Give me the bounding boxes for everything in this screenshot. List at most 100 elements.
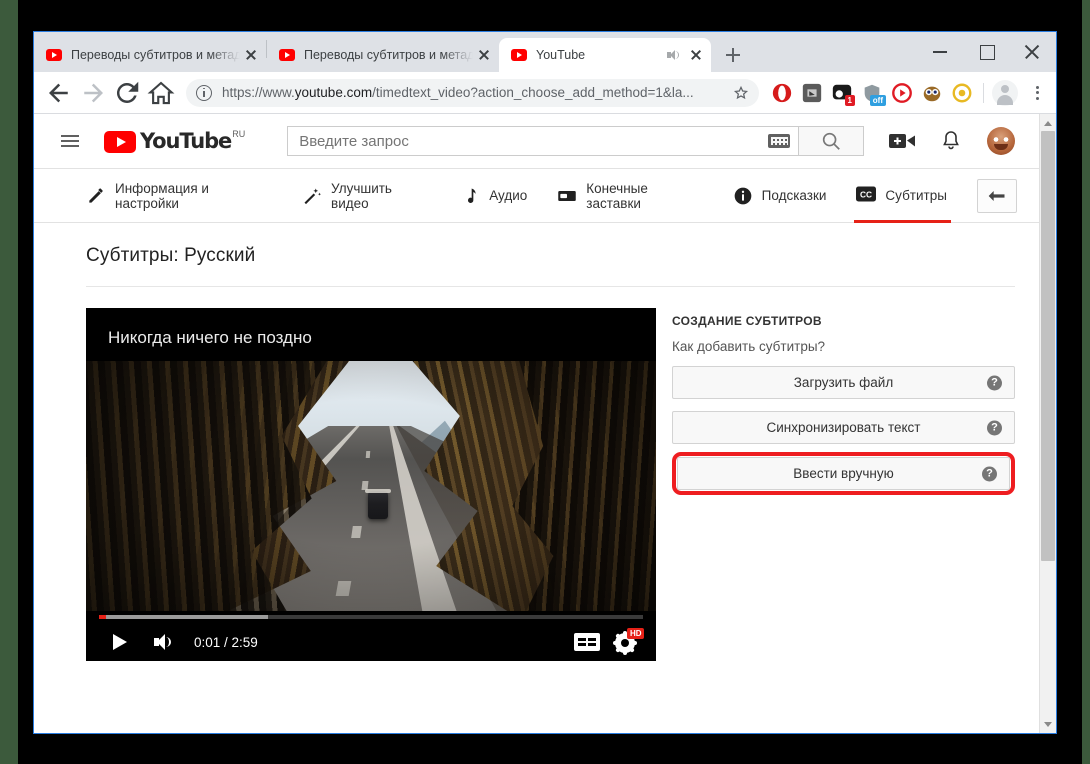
browser-tab-1[interactable]: Переводы субтитров и метадан [34, 38, 266, 72]
window-controls [918, 32, 1056, 72]
tab-title: Переводы субтитров и метадан [304, 48, 473, 62]
search-area [287, 126, 864, 156]
tab-subtitles[interactable]: CC Субтитры [856, 169, 947, 223]
scroll-thumb[interactable] [1041, 131, 1055, 561]
youtube-play-mark [104, 131, 136, 153]
back-arrow-button[interactable] [977, 179, 1017, 213]
tab-cards[interactable]: Подсказки [733, 169, 827, 223]
enter-manually-button[interactable]: Ввести вручную ? [677, 457, 1010, 490]
play-button[interactable] [100, 624, 136, 660]
hd-quality-badge: HD [627, 628, 644, 639]
tab-info-and-settings[interactable]: Информация и настройки [86, 169, 272, 223]
page-content: Субтитры: Русский Никогда ничего не позд… [34, 223, 1039, 661]
progress-bar[interactable] [99, 615, 643, 619]
browser-toolbar: https://www.youtube.com/timedtext_video?… [34, 72, 1056, 114]
badge-extension-icon[interactable]: 1 [831, 82, 853, 104]
maximize-button[interactable] [964, 32, 1010, 72]
tab-title: YouTube [536, 48, 665, 62]
scroll-down-arrow[interactable] [1040, 716, 1056, 733]
page-viewport: YouTube RU [34, 114, 1056, 733]
end-screen-icon [557, 186, 577, 206]
volume-button[interactable] [144, 624, 180, 660]
help-icon[interactable]: ? [987, 420, 1002, 435]
page-title: Субтитры: Русский [86, 245, 1015, 267]
time-display: 0:01 / 2:59 [194, 635, 258, 650]
cc-icon: CC [856, 186, 876, 206]
search-box[interactable] [287, 126, 799, 156]
scroll-up-arrow[interactable] [1040, 114, 1056, 131]
keyboard-icon[interactable] [768, 134, 790, 148]
forward-icon[interactable] [78, 78, 108, 108]
upload-file-button[interactable]: Загрузить файл ? [672, 366, 1015, 399]
help-icon[interactable]: ? [982, 466, 997, 481]
browser-tab-3-active[interactable]: YouTube [499, 38, 711, 72]
youtube-logo-country: RU [232, 129, 245, 140]
minimize-button[interactable] [918, 32, 964, 72]
new-tab-button[interactable] [719, 41, 747, 69]
tab-enhance-video[interactable]: Улучшить видео [302, 169, 430, 223]
reload-icon[interactable] [112, 78, 142, 108]
browser-window: Переводы субтитров и метадан Переводы су… [33, 31, 1057, 734]
search-input[interactable] [299, 133, 768, 150]
chrome-menu-icon[interactable] [1024, 80, 1050, 106]
profile-avatar[interactable] [992, 80, 1018, 106]
tab-label: Субтитры [885, 188, 947, 203]
volume-wave [166, 637, 171, 647]
video-upload-icon[interactable] [889, 131, 915, 151]
notifications-bell-icon[interactable] [941, 130, 961, 152]
music-note-icon [460, 186, 480, 206]
tab-label: Конечные заставки [586, 181, 702, 211]
help-icon[interactable]: ? [987, 375, 1002, 390]
tab-mute-wave [675, 51, 679, 59]
page-scrollbar[interactable] [1039, 114, 1056, 733]
youtube-logo[interactable]: YouTube RU [104, 129, 245, 153]
panel-heading: СОЗДАНИЕ СУБТИТРОВ [672, 314, 1015, 328]
puzzle-extension-icon[interactable] [801, 82, 823, 104]
volume-cone [157, 634, 165, 650]
video-downloader-extension-icon[interactable] [891, 82, 913, 104]
masthead-actions [889, 127, 1015, 155]
tab-end-screens[interactable]: Конечные заставки [557, 169, 702, 223]
tab-close-icon[interactable] [242, 46, 260, 64]
browser-tab-strip: Переводы субтитров и метадан Переводы су… [34, 32, 1056, 72]
youtube-favicon [511, 49, 527, 61]
search-button[interactable] [799, 126, 864, 156]
bookmark-star-icon[interactable] [731, 83, 751, 103]
hamburger-menu-icon[interactable] [58, 129, 82, 153]
tab-label: Улучшить видео [331, 181, 430, 211]
button-label: Ввести вручную [793, 466, 893, 481]
button-label: Синхронизировать текст [767, 420, 921, 435]
vignette [86, 361, 656, 611]
tab-close-icon[interactable] [475, 46, 493, 64]
video-editor-tabs: Информация и настройки Улучшить видео Ау… [34, 169, 1039, 223]
adguard-off-extension-icon[interactable]: off [861, 82, 883, 104]
extension-badge-count: 1 [845, 95, 855, 106]
video-player[interactable]: Никогда ничего не поздно [86, 308, 656, 661]
player-controls-right: HD [574, 629, 642, 655]
captions-button[interactable] [574, 633, 600, 651]
toolbar-divider [983, 83, 984, 103]
back-icon[interactable] [44, 78, 74, 108]
close-window-button[interactable] [1010, 32, 1056, 72]
site-info-icon[interactable] [196, 85, 212, 101]
circle-extension-icon[interactable] [951, 82, 973, 104]
channel-avatar[interactable] [987, 127, 1015, 155]
sync-text-button[interactable]: Синхронизировать текст ? [672, 411, 1015, 444]
browser-tab-2[interactable]: Переводы субтитров и метадан [267, 38, 499, 72]
opera-extension-icon[interactable] [771, 82, 793, 104]
magic-wand-icon [302, 186, 322, 206]
youtube-favicon [46, 49, 62, 61]
tab-audio[interactable]: Аудио [460, 169, 527, 223]
highlight-annotation: Ввести вручную ? [672, 452, 1015, 495]
owl-extension-icon[interactable] [921, 82, 943, 104]
button-label: Загрузить файл [794, 375, 893, 390]
tab-mute-icon[interactable] [665, 47, 681, 63]
web-page: YouTube RU [34, 114, 1039, 733]
settings-button[interactable]: HD [614, 629, 642, 655]
address-bar[interactable]: https://www.youtube.com/timedtext_video?… [186, 79, 759, 107]
player-control-bar: 0:01 / 2:59 HD [86, 611, 656, 661]
info-circle-icon [733, 186, 753, 206]
tab-close-icon[interactable] [687, 46, 705, 64]
home-icon[interactable] [146, 78, 176, 108]
tab-label: Информация и настройки [115, 181, 272, 211]
